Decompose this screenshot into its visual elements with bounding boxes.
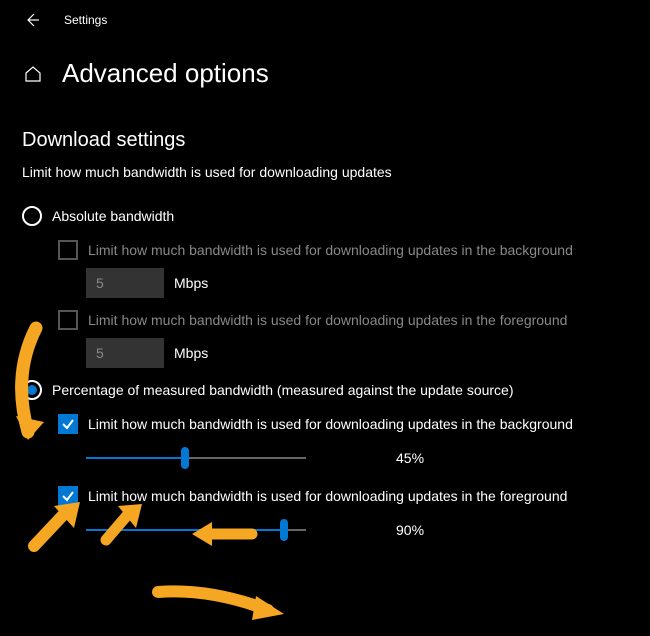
annotation-arrow-icon <box>150 582 290 622</box>
absolute-bg-input <box>86 268 164 298</box>
back-button[interactable] <box>22 10 42 30</box>
absolute-fg-check-row: Limit how much bandwidth is used for dow… <box>58 310 628 330</box>
percentage-fg-value: 90% <box>396 522 424 538</box>
percentage-bg-slider[interactable] <box>86 448 306 468</box>
percentage-bg-checkbox[interactable] <box>58 414 78 434</box>
arrow-left-icon <box>24 12 40 28</box>
absolute-fg-check-label: Limit how much bandwidth is used for dow… <box>88 312 567 328</box>
section-subtitle: Limit how much bandwidth is used for dow… <box>22 164 628 180</box>
titlebar: Settings <box>0 0 650 30</box>
page-header: Advanced options <box>0 30 650 89</box>
absolute-bg-unit: Mbps <box>174 275 208 291</box>
page-title: Advanced options <box>62 58 269 89</box>
percentage-bg-check-label: Limit how much bandwidth is used for dow… <box>88 416 573 432</box>
check-icon <box>61 489 75 503</box>
percentage-fg-check-label: Limit how much bandwidth is used for dow… <box>88 488 567 504</box>
home-icon <box>24 65 42 83</box>
absolute-bg-checkbox[interactable] <box>58 240 78 260</box>
content: Download settings Limit how much bandwid… <box>0 89 650 540</box>
percentage-bg-check-row: Limit how much bandwidth is used for dow… <box>58 414 628 434</box>
radio-icon <box>22 206 42 226</box>
radio-absolute-label: Absolute bandwidth <box>52 208 174 224</box>
radio-percentage-bandwidth[interactable]: Percentage of measured bandwidth (measur… <box>22 380 628 400</box>
percentage-fg-slider[interactable] <box>86 520 306 540</box>
absolute-bg-check-label: Limit how much bandwidth is used for dow… <box>88 242 573 258</box>
percentage-group: Limit how much bandwidth is used for dow… <box>58 414 628 540</box>
percentage-bg-slider-row: 45% <box>86 448 628 468</box>
absolute-bg-input-row: Mbps <box>86 268 628 298</box>
percentage-fg-checkbox[interactable] <box>58 486 78 506</box>
check-icon <box>61 417 75 431</box>
absolute-fg-checkbox[interactable] <box>58 310 78 330</box>
home-button[interactable] <box>22 63 44 85</box>
radio-absolute-bandwidth[interactable]: Absolute bandwidth <box>22 206 628 226</box>
absolute-group: Limit how much bandwidth is used for dow… <box>58 240 628 368</box>
absolute-bg-check-row: Limit how much bandwidth is used for dow… <box>58 240 628 260</box>
percentage-bg-value: 45% <box>396 450 424 466</box>
radio-percentage-label: Percentage of measured bandwidth (measur… <box>52 382 514 398</box>
app-title: Settings <box>64 13 107 27</box>
percentage-fg-slider-row: 90% <box>86 520 628 540</box>
section-title: Download settings <box>22 129 628 152</box>
percentage-fg-check-row: Limit how much bandwidth is used for dow… <box>58 486 628 506</box>
absolute-fg-unit: Mbps <box>174 345 208 361</box>
radio-icon <box>22 380 42 400</box>
absolute-fg-input <box>86 338 164 368</box>
absolute-fg-input-row: Mbps <box>86 338 628 368</box>
